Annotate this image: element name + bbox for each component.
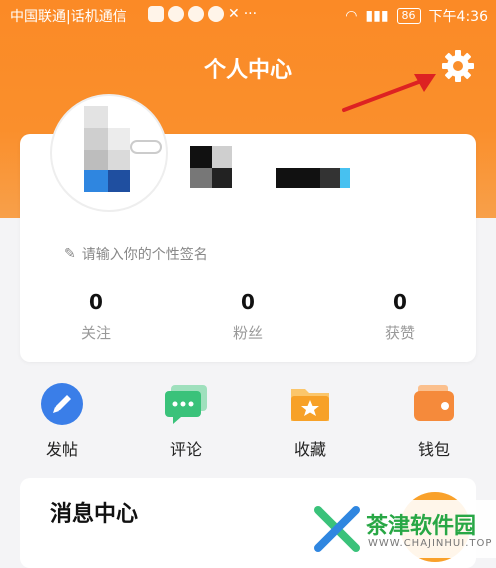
missed-call-icon: ✕ — [228, 6, 240, 22]
watermark-name: 茶津软件园 — [366, 514, 477, 539]
stat-followers[interactable]: 0 粉丝 — [172, 290, 324, 343]
shortcut-comment[interactable]: 评论 — [124, 382, 248, 460]
chat-notification-icon — [168, 6, 184, 22]
shortcut-favorites[interactable]: 收藏 — [248, 382, 372, 460]
app-notification-icon — [148, 6, 164, 22]
shortcut-post-label: 发帖 — [45, 440, 78, 459]
site-watermark: 茶津软件园 WWW.CHAJINHUI.TOP — [300, 500, 496, 558]
more-notifications-icon: ··· — [243, 6, 258, 22]
pointer-arrow-annotation — [342, 74, 436, 112]
wifi-icon: ◠ — [345, 8, 358, 24]
following-label: 关注 — [80, 324, 111, 342]
shortcut-comment-label: 评论 — [169, 440, 202, 459]
clock: 下午4:36 — [428, 9, 488, 25]
app-notification-icon — [188, 6, 204, 22]
signature-field[interactable]: ✎ 请输入你的个性签名 — [64, 244, 208, 264]
battery-icon: 86 — [396, 8, 421, 24]
wallet-icon — [410, 382, 458, 426]
pencil-icon — [38, 382, 86, 426]
likes-count: 0 — [393, 290, 407, 314]
followers-label: 粉丝 — [232, 324, 263, 342]
stat-following[interactable]: 0 关注 — [20, 290, 172, 343]
stats-row: 0 关注 0 粉丝 0 获赞 — [20, 290, 476, 343]
star-folder-icon — [286, 382, 334, 426]
shortcut-row: 发帖 评论 收藏 钱包 — [0, 382, 496, 460]
app-notification-icon — [208, 6, 224, 22]
comment-icon — [162, 382, 210, 426]
message-center-title: 消息中心 — [50, 502, 139, 527]
signal-icon: ▮▮▮ — [365, 8, 389, 24]
carrier-label: 中国联通|话机通信 — [10, 9, 127, 25]
avatar[interactable] — [50, 94, 168, 212]
status-bar: 中国联通|话机通信 ✕ ··· ◠ ▮▮▮ 86 下午4:36 — [0, 0, 496, 30]
watermark-url: WWW.CHAJINHUI.TOP — [368, 538, 493, 549]
shortcut-wallet-label: 钱包 — [417, 440, 450, 459]
edit-pencil-icon: ✎ — [64, 246, 76, 262]
shortcut-post[interactable]: 发帖 — [0, 382, 124, 460]
notification-icons: ✕ ··· — [148, 6, 257, 22]
signature-placeholder: 请输入你的个性签名 — [81, 247, 208, 263]
followers-count: 0 — [241, 290, 255, 314]
shortcut-favorites-label: 收藏 — [293, 440, 326, 459]
settings-gear-icon[interactable] — [440, 48, 476, 84]
watermark-logo-icon — [314, 506, 360, 552]
shortcut-wallet[interactable]: 钱包 — [372, 382, 496, 460]
stat-likes[interactable]: 0 获赞 — [324, 290, 476, 343]
following-count: 0 — [89, 290, 103, 314]
likes-label: 获赞 — [384, 324, 415, 342]
